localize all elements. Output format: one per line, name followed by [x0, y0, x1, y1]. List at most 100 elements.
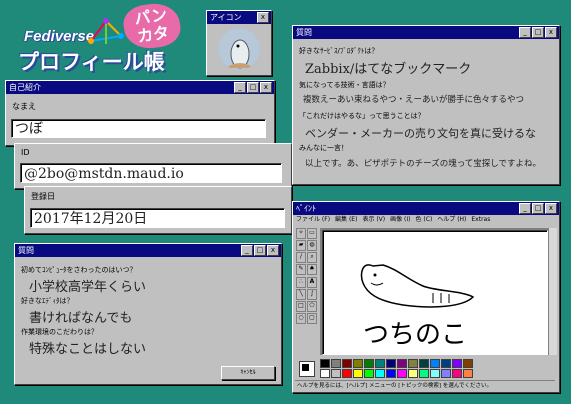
close-button[interactable]: x — [257, 12, 269, 23]
color-swatch[interactable] — [364, 369, 374, 378]
minimize-button[interactable]: _ — [234, 82, 246, 93]
select-tool-icon[interactable]: ✧ — [296, 228, 306, 239]
menu-image[interactable]: 画像 (I) — [390, 215, 410, 225]
questions-window-titlebar[interactable]: 質問 _ □ x — [293, 26, 559, 39]
intro-window[interactable]: 自己紹介 _ □ x なまえ つぼ — [5, 80, 275, 146]
questions-window[interactable]: 質問 _ □ x 好きなｻｰﾋﾞｽ/ﾌﾞﾛﾀﾞｸﾄは？ Zabbix/はてなブッ… — [292, 25, 560, 185]
color-swatch[interactable] — [419, 359, 429, 368]
canvas-area: つちのこ — [320, 228, 548, 355]
color-swatch[interactable] — [375, 369, 385, 378]
answer-text: ベンダー・メーカーの売り文句を真に受けるな — [305, 127, 536, 140]
color-swatch[interactable] — [386, 369, 396, 378]
close-button[interactable]: x — [260, 82, 272, 93]
color-swatch[interactable] — [331, 359, 341, 368]
registration-date-field[interactable]: 2017年12月20日 — [30, 208, 285, 228]
color-swatch[interactable] — [397, 359, 407, 368]
qa-window-title: 質問 — [18, 246, 34, 255]
menu-color[interactable]: 色 (C) — [416, 215, 433, 225]
color-swatch[interactable] — [452, 369, 462, 378]
fill-tool-icon[interactable]: ◍ — [307, 240, 317, 252]
minimize-button[interactable]: _ — [241, 245, 253, 256]
color-swatch[interactable] — [441, 369, 451, 378]
color-swatch[interactable] — [441, 359, 451, 368]
maximize-button[interactable]: □ — [254, 245, 266, 256]
close-button[interactable]: x — [267, 245, 279, 256]
icon-window-title: アイコン — [210, 13, 242, 22]
color-swatch[interactable] — [331, 369, 341, 378]
qa-window[interactable]: 質問 _ □ x 初めてｺﾝﾋﾟｭｰﾀをさわったのはいつ？ 小学校高学年くらい … — [14, 243, 282, 385]
airbrush-tool-icon[interactable]: ∴ — [296, 276, 306, 288]
color-swatch[interactable] — [463, 359, 473, 368]
color-swatch[interactable] — [353, 359, 363, 368]
polygon-tool-icon[interactable]: ⬠ — [307, 300, 317, 312]
color-swatch[interactable] — [408, 359, 418, 368]
status-bar: ヘルプを見るには、[ヘルプ] メニューの [トピックの検索] を選んでください。 — [295, 380, 555, 391]
brush-tool-icon[interactable]: ♠ — [307, 264, 317, 276]
answer-text: 複数えーあい束ねるやつ・えーあいが勝手に色々するやつ — [303, 95, 525, 105]
text-tool-icon[interactable]: A — [307, 276, 317, 288]
pencil-tool-icon[interactable]: ✎ — [296, 264, 306, 276]
menu-file[interactable]: ファイル (F) — [296, 215, 330, 225]
logo-badge: パンカタ — [121, 0, 183, 52]
menu-edit[interactable]: 編集 (E) — [335, 215, 357, 225]
intro-window-title: 自己紹介 — [9, 83, 41, 92]
color-swatch[interactable] — [408, 369, 418, 378]
close-button[interactable]: x — [545, 203, 557, 214]
id-label: ID — [21, 148, 30, 157]
question-label: 「これだけはやるな」って思うことは？ — [299, 112, 425, 120]
maximize-button[interactable]: □ — [532, 27, 544, 38]
rect-select-tool-icon[interactable]: ▭ — [307, 228, 317, 239]
intro-window-titlebar[interactable]: 自己紹介 _ □ x — [6, 81, 274, 94]
palette-swatches — [320, 359, 550, 378]
drawing-canvas[interactable]: つちのこ — [322, 230, 548, 355]
color-swatch[interactable] — [342, 359, 352, 368]
question-label: 作業環境のこだわりは？ — [21, 328, 98, 336]
color-swatch[interactable] — [452, 359, 462, 368]
color-swatch[interactable] — [353, 369, 363, 378]
color-swatch[interactable] — [320, 359, 330, 368]
id-window[interactable]: ID @2bo@mstdn.maud.io — [14, 143, 292, 189]
color-swatch[interactable] — [397, 369, 407, 378]
registration-label: 登録日 — [31, 192, 55, 201]
drawing-text: つちのこ — [363, 320, 467, 350]
menu-view[interactable]: 表示 (V) — [362, 215, 385, 225]
maximize-button[interactable]: □ — [247, 82, 259, 93]
line-tool-icon[interactable]: ╲ — [296, 288, 306, 300]
color-swatch[interactable] — [320, 369, 330, 378]
minimize-button[interactable]: _ — [519, 203, 531, 214]
color-swatch[interactable] — [342, 369, 352, 378]
menu-extras[interactable]: Extras — [471, 215, 490, 225]
maximize-button[interactable]: □ — [532, 203, 544, 214]
name-field[interactable]: つぼ — [11, 119, 266, 138]
id-field[interactable]: @2bo@mstdn.maud.io — [20, 163, 282, 183]
scrollbar-vertical[interactable] — [548, 228, 557, 355]
color-swatch[interactable] — [430, 369, 440, 378]
current-color-icon[interactable] — [299, 361, 315, 377]
registration-window[interactable]: 登録日 2017年12月20日 — [24, 186, 292, 234]
rounded-rect-tool-icon[interactable]: ▢ — [307, 312, 317, 324]
fediverse-logo-icon — [88, 18, 124, 44]
qa-window-titlebar[interactable]: 質問 _ □ x — [15, 244, 281, 257]
ellipse-tool-icon[interactable]: ○ — [296, 312, 306, 324]
cancel-button[interactable]: ｷｬﾝｾﾙ — [221, 366, 275, 380]
paint-window[interactable]: ﾍﾟｲﾝﾄ _ □ x ファイル (F) 編集 (E) 表示 (V) 画像 (I… — [292, 201, 560, 393]
question-label: みんなに一言！ — [299, 144, 348, 152]
curve-tool-icon[interactable]: ∫ — [307, 288, 317, 300]
eraser-tool-icon[interactable]: ▰ — [296, 240, 306, 252]
paint-window-titlebar[interactable]: ﾍﾟｲﾝﾄ _ □ x — [293, 202, 559, 215]
menu-bar: ファイル (F) 編集 (E) 表示 (V) 画像 (I) 色 (C) ヘルプ … — [293, 215, 559, 225]
icon-window-titlebar[interactable]: アイコン x — [207, 11, 271, 24]
color-swatch[interactable] — [364, 359, 374, 368]
color-swatch[interactable] — [430, 359, 440, 368]
color-swatch[interactable] — [419, 369, 429, 378]
menu-help[interactable]: ヘルプ (H) — [437, 215, 466, 225]
rectangle-tool-icon[interactable]: □ — [296, 300, 306, 312]
zoom-tool-icon[interactable]: ⌕ — [307, 252, 317, 264]
color-swatch[interactable] — [463, 369, 473, 378]
color-swatch[interactable] — [375, 359, 385, 368]
minimize-button[interactable]: _ — [519, 27, 531, 38]
color-swatch[interactable] — [386, 359, 396, 368]
picker-tool-icon[interactable]: ∕ — [296, 252, 306, 264]
close-button[interactable]: x — [545, 27, 557, 38]
icon-window[interactable]: アイコン x — [206, 10, 272, 76]
